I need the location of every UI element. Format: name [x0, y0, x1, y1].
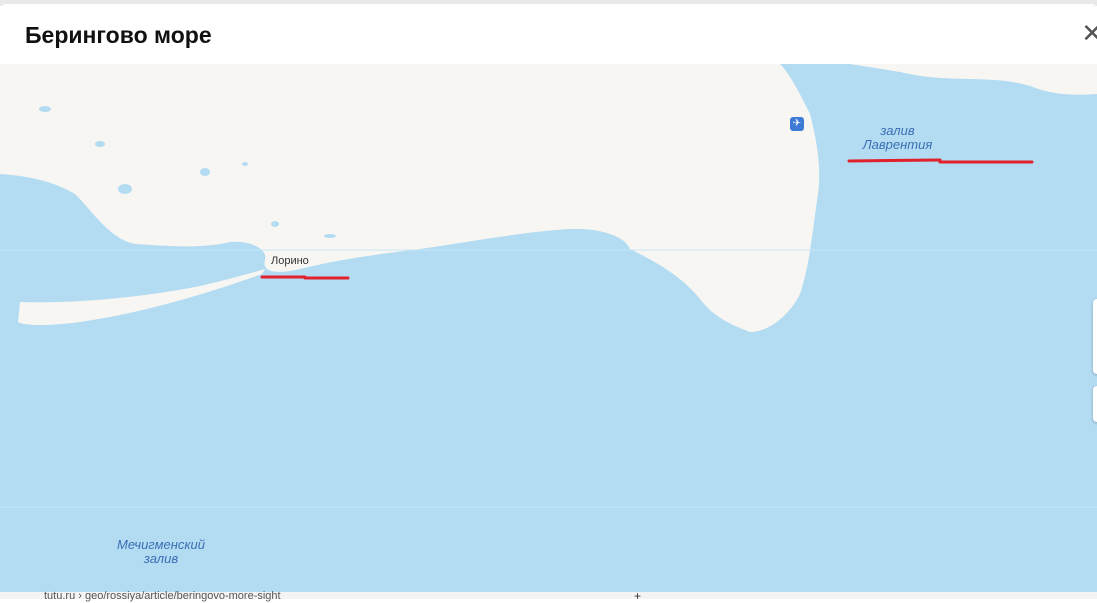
- bay-lavrentiya-line1: залив: [880, 123, 915, 138]
- bay-lavrentiya-line2: Лаврентия: [862, 137, 933, 152]
- bay-mechigmen-line1: Мечигменский: [117, 537, 205, 552]
- zoom-control[interactable]: [1093, 299, 1097, 374]
- map-view[interactable]: ✈ залив Лаврентия Лорино Мечигменский за…: [0, 64, 1097, 599]
- plus-icon[interactable]: +: [634, 589, 641, 603]
- highlight-lavrentiya-1: [847, 158, 942, 163]
- airport-icon[interactable]: ✈: [790, 117, 804, 131]
- location-control[interactable]: [1093, 386, 1097, 422]
- dialog-title: Берингово море: [25, 22, 212, 48]
- town-lorino-label[interactable]: Лорино: [271, 255, 309, 267]
- bay-lavrentiya-label: залив Лаврентия: [860, 124, 935, 152]
- bay-mechigmen-label: Мечигменский залив: [110, 538, 212, 566]
- bay-mechigmen-line2: залив: [143, 551, 179, 566]
- dialog-header: Берингово море ✕: [0, 4, 1097, 64]
- url-text[interactable]: tutu.ru › geo/rossiya/article/beringovo-…: [44, 590, 281, 602]
- close-icon[interactable]: ✕: [1081, 20, 1097, 46]
